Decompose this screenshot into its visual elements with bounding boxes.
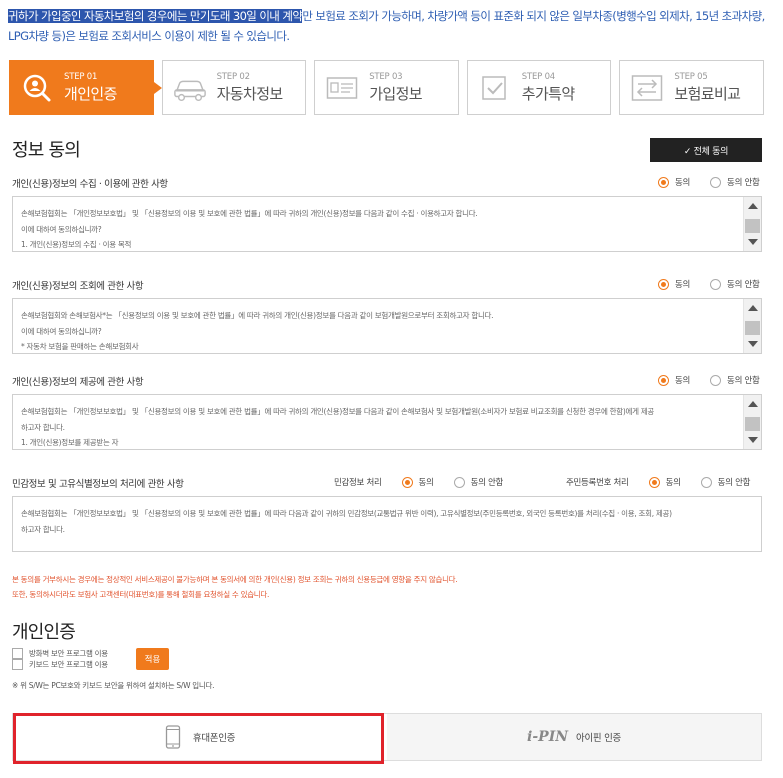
radio-group-rrn: 주민등록번호 처리 동의 동의 안함 xyxy=(566,476,750,488)
firewall-option: 방화벽 보안 프로그램 이용 xyxy=(12,648,108,659)
consent-warning: 본 동의를 거부하시는 경우에는 정상적인 서비스제공이 불가능하며 본 동의서… xyxy=(12,575,458,599)
step-number: STEP 02 xyxy=(216,72,250,83)
step-number: STEP 03 xyxy=(369,72,403,83)
radio-group-collect: 동의 동의 안함 xyxy=(658,176,760,188)
compare-arrows-icon xyxy=(630,71,664,105)
keyboard-option: 키보드 보안 프로그램 이용 xyxy=(12,659,108,670)
step-number: STEP 04 xyxy=(521,72,555,83)
scroll-thumb xyxy=(745,417,760,431)
radio-agree-collect[interactable]: 동의 xyxy=(658,176,690,188)
section-title-provide: 개인(신용)정보의 제공에 관한 사항 xyxy=(12,377,144,388)
scrollbar[interactable] xyxy=(743,395,761,449)
step-label: 자동차정보 xyxy=(216,84,284,103)
step-number: STEP 01 xyxy=(64,72,98,83)
step-1: STEP 01 개인인증 xyxy=(9,60,162,115)
scroll-down-icon xyxy=(748,437,758,443)
scroll-up-icon xyxy=(748,203,758,209)
radio-group-sensitive: 민감정보 처리 동의 동의 안함 xyxy=(334,476,503,488)
step-2: STEP 02 자동차정보 xyxy=(161,60,307,115)
step-number: STEP 05 xyxy=(674,72,708,83)
notice-highlight: 귀하가 가입중인 자동차보험의 경우에는 만기도래 30일 이내 계약 xyxy=(8,9,303,23)
section-title-inquiry: 개인(신용)정보의 조회에 관한 사항 xyxy=(12,281,144,292)
firewall-checkbox[interactable] xyxy=(12,648,23,659)
scroll-up-icon xyxy=(748,305,758,311)
radio-group-inquiry: 동의 동의 안함 xyxy=(658,278,760,290)
radio-disagree-sensitive[interactable]: 동의 안함 xyxy=(453,476,503,488)
step-3: STEP 03 가입정보 xyxy=(314,60,459,115)
auth-title: 개인인증 xyxy=(12,622,76,643)
step-5: STEP 05 보험료비교 xyxy=(619,60,764,115)
terms-box-collect[interactable]: 손해보험협회는 「개인정보보호법」 및 「신용정보의 이용 및 보호에 관한 법… xyxy=(12,196,762,252)
rrn-label: 주민등록번호 처리 xyxy=(566,478,629,488)
radio-disagree-provide[interactable]: 동의 안함 xyxy=(710,374,760,386)
terms-text: 손해보험협회는 「개인정보보호법」 및 「신용정보의 이용 및 보호에 관한 법… xyxy=(21,209,478,249)
scroll-up-icon xyxy=(748,401,758,407)
ipin-auth-button[interactable]: i-PIN 아이핀 인증 xyxy=(387,714,761,760)
scrollbar[interactable] xyxy=(743,197,761,251)
radio-disagree-collect[interactable]: 동의 안함 xyxy=(710,176,760,188)
terms-text: 손해보험협회와 손해보험사*는 「신용정보의 이용 및 보호에 관한 법률」에 … xyxy=(21,311,494,351)
phone-auth-button[interactable]: 휴대폰인증 xyxy=(13,714,387,760)
step-indicator: STEP 01 개인인증 STEP 02 자동차정보 STEP 03 가입정보 STE… xyxy=(9,60,764,115)
consent-title: 정보 동의 xyxy=(12,140,81,161)
checkbox-icon xyxy=(478,71,512,105)
radio-agree-rrn[interactable]: 동의 xyxy=(648,476,681,488)
auth-method-selector: 휴대폰인증 i-PIN 아이핀 인증 xyxy=(12,713,762,761)
section-title-sensitive: 민감정보 및 고유식별정보의 처리에 관한 사항 xyxy=(12,479,184,490)
terms-box-sensitive[interactable]: 손해보험협회는 「개인정보보호법」 및 「신용정보의 이용 및 보호에 관한 법… xyxy=(12,496,762,552)
terms-box-inquiry[interactable]: 손해보험협회와 손해보험사*는 「신용정보의 이용 및 보호에 관한 법률」에 … xyxy=(12,298,762,354)
keyboard-label: 키보드 보안 프로그램 이용 xyxy=(29,660,108,669)
scroll-thumb xyxy=(745,219,760,233)
agree-all-button[interactable]: ✓ 전체 동의 xyxy=(650,138,762,162)
firewall-label: 방화벽 보안 프로그램 이용 xyxy=(29,649,108,658)
step-label: 가입정보 xyxy=(369,84,422,103)
apply-button[interactable]: 적용 xyxy=(136,648,169,670)
radio-agree-sensitive[interactable]: 동의 xyxy=(401,476,434,488)
ipin-logo: i-PIN xyxy=(527,729,569,745)
radio-disagree-inquiry[interactable]: 동의 안함 xyxy=(710,278,760,290)
phone-icon xyxy=(165,725,181,749)
step-label: 보험료비교 xyxy=(674,84,741,103)
scroll-thumb xyxy=(745,321,760,335)
search-person-icon xyxy=(20,71,54,105)
section-title-collect: 개인(신용)정보의 수집 · 이용에 관한 사항 xyxy=(12,179,168,190)
step-label: 추가특약 xyxy=(521,84,575,103)
radio-agree-inquiry[interactable]: 동의 xyxy=(658,278,690,290)
id-card-icon xyxy=(325,71,359,105)
scrollbar[interactable] xyxy=(743,299,761,353)
sw-note: ※ 위 S/W는 PC보호와 키보드 보안을 위하여 설치하는 S/W 입니다. xyxy=(12,681,215,690)
radio-disagree-rrn[interactable]: 동의 안함 xyxy=(700,476,750,488)
ipin-auth-label: 아이핀 인증 xyxy=(576,733,621,744)
radio-agree-provide[interactable]: 동의 xyxy=(658,374,690,386)
service-notice: 귀하가 가입중인 자동차보험의 경우에는 만기도래 30일 이내 계약만 보험료… xyxy=(8,6,778,46)
phone-auth-label: 휴대폰인증 xyxy=(192,733,236,744)
car-icon xyxy=(173,71,207,105)
radio-group-provide: 동의 동의 안함 xyxy=(658,374,760,386)
step-label: 개인인증 xyxy=(64,84,117,103)
sensitive-label: 민감정보 처리 xyxy=(334,478,382,488)
scroll-down-icon xyxy=(748,239,758,245)
terms-text: 손해보험협회는 「개인정보보호법」 및 「신용정보의 이용 및 보호에 관한 법… xyxy=(21,509,672,534)
terms-box-provide[interactable]: 손해보험협회는 「개인정보보호법」 및 「신용정보의 이용 및 보호에 관한 법… xyxy=(12,394,762,450)
step-4: STEP 04 추가특약 xyxy=(466,60,612,115)
scroll-down-icon xyxy=(748,341,758,347)
keyboard-checkbox[interactable] xyxy=(12,659,23,670)
terms-text: 손해보험협회는 「개인정보보호법」 및 「신용정보의 이용 및 보호에 관한 법… xyxy=(21,407,654,447)
